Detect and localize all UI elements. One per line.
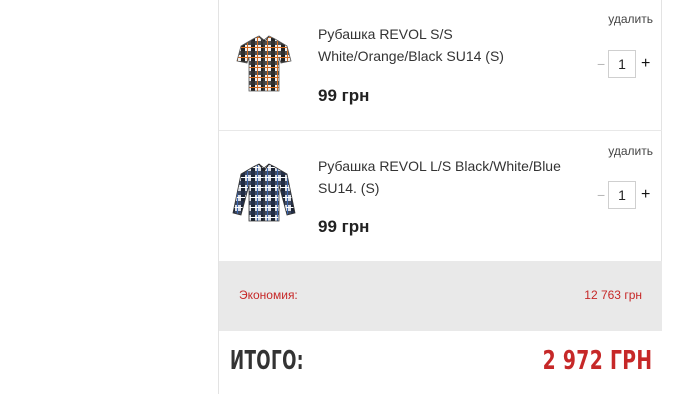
product-price: 99 грн	[318, 217, 370, 236]
product-title[interactable]: Рубашка REVOL L/S Black/White/Blue SU14.…	[318, 155, 578, 199]
quantity-decrease-button[interactable]: −	[597, 56, 605, 72]
product-image-short-sleeve-shirt[interactable]	[231, 31, 297, 97]
product-image-long-sleeve-shirt[interactable]	[231, 161, 297, 227]
shirt-short-sleeve-plaid-icon	[236, 35, 292, 92]
cart-item: Рубашка REVOL L/S Black/White/Blue SU14.…	[219, 131, 662, 261]
total-label: ИТОГО:	[230, 346, 304, 376]
total-value: 2 972 ГРН	[542, 346, 652, 376]
total-row: ИТОГО: 2 972 ГРН	[219, 331, 662, 394]
shirt-long-sleeve-plaid-icon	[232, 163, 296, 222]
quantity-increase-button[interactable]: +	[641, 55, 650, 73]
remove-item-link[interactable]: удалить	[608, 12, 653, 26]
quantity-input[interactable]	[608, 181, 636, 209]
savings-row: Экономия: 12 763 грн	[219, 261, 662, 331]
product-price: 99 грн	[318, 86, 370, 105]
quantity-input[interactable]	[608, 50, 636, 78]
savings-label: Экономия:	[239, 288, 298, 302]
remove-item-link[interactable]: удалить	[608, 144, 653, 158]
cart-panel: Рубашка REVOL S/S White/Orange/Black SU1…	[218, 0, 662, 394]
quantity-increase-button[interactable]: +	[641, 186, 650, 204]
product-title[interactable]: Рубашка REVOL S/S White/Orange/Black SU1…	[318, 23, 578, 67]
savings-value: 12 763 грн	[584, 288, 642, 302]
quantity-decrease-button[interactable]: −	[597, 187, 605, 203]
cart-item: Рубашка REVOL S/S White/Orange/Black SU1…	[219, 0, 662, 131]
